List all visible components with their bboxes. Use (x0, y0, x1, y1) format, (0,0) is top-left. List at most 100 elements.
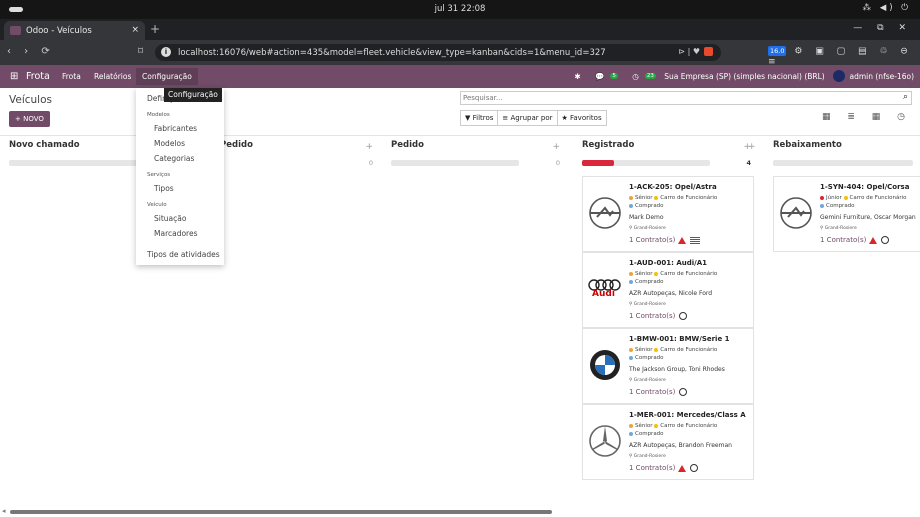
menu-configuracao[interactable]: Configuração (136, 68, 198, 85)
odoo-favicon-icon (10, 26, 21, 35)
tag-type: Carro de Funcionário (660, 347, 718, 353)
activity-flag-icon[interactable] (690, 236, 701, 244)
vehicle-tags: Sênior Carro de Funcionário Comprado (629, 422, 717, 438)
user-avatar[interactable] (833, 70, 846, 82)
chat-badge: 5 (610, 73, 618, 80)
favorites-button[interactable]: ★ Favoritos (558, 111, 606, 125)
kanban-card[interactable]: Audi 1-AUD-001: Audi/A1 Sênior Carro de … (582, 252, 754, 328)
window-controls[interactable]: — ⧉ ✕ (853, 23, 912, 33)
tag-dot (629, 195, 633, 200)
search-bar[interactable]: ⌕ (460, 91, 912, 105)
extension-icons[interactable]: 16.0 ⚙ ▣ ▢ ▤ ♲ ⊖ ≡ (768, 46, 920, 67)
activity-clock-icon[interactable] (690, 464, 699, 472)
column-progress-fill[interactable] (582, 160, 614, 166)
company-switcher[interactable]: Sua Empresa (SP) (simples nacional) (BRL… (664, 72, 825, 81)
column-add-icon[interactable]: + (748, 142, 756, 152)
kanban-column-rebaixamento: Rebaixamento + (748, 140, 920, 166)
column-title[interactable]: Rebaixamento (773, 140, 920, 150)
odoo-debug-extension-icon[interactable]: 16.0 (768, 46, 787, 56)
app-brand[interactable]: Frota (26, 71, 50, 82)
contracts-link[interactable]: 1 Contrato(s) (629, 388, 688, 396)
toolbar-icons[interactable]: ⚙ ▣ ▢ ▤ ♲ ⊖ ≡ (768, 47, 913, 67)
tag-dot (629, 271, 633, 276)
contracts-label[interactable]: 1 Contrato(s) (629, 464, 675, 472)
os-clock[interactable]: jul 31 22:08 (0, 4, 920, 14)
menu-item-situacao[interactable]: Situação (154, 214, 186, 223)
column-title[interactable]: Registrado (582, 140, 763, 150)
column-title[interactable]: Pedido (220, 140, 401, 150)
warning-icon (678, 464, 687, 472)
horizontal-scrollbar[interactable] (10, 510, 552, 514)
contracts-label[interactable]: 1 Contrato(s) (629, 312, 675, 320)
site-info-icon[interactable]: i (161, 47, 171, 57)
column-title[interactable]: Pedido (391, 140, 572, 150)
contracts-link[interactable]: 1 Contrato(s) (629, 312, 688, 320)
bmw-logo-icon (590, 350, 620, 380)
column-add-icon[interactable]: + (552, 142, 560, 152)
address-bar[interactable]: i localhost:16076/web#action=435&model=f… (155, 44, 721, 61)
mercedes-logo-icon (589, 425, 621, 457)
menu-item-tipos[interactable]: Tipos (154, 184, 174, 193)
vehicle-location: ⚲ Grand-Rosiere (629, 226, 666, 231)
scroll-left-arrow-icon[interactable]: ◂ (2, 507, 6, 515)
vehicle-name: 1-ACK-205: Opel/Astra (629, 183, 717, 191)
debug-bug-icon[interactable]: ✱ (574, 72, 580, 81)
url-text[interactable]: localhost:16076/web#action=435&model=fle… (178, 48, 606, 58)
configuracao-dropdown: Definições Modelos Fabricantes Modelos C… (136, 88, 224, 265)
kanban-card[interactable]: 1-MER-001: Mercedes/Class A Sênior Carro… (582, 404, 754, 480)
tag-level: Júnior (826, 195, 842, 201)
system-tray-icons[interactable]: ⁂ ◀) ⏻ (863, 3, 911, 13)
contracts-label[interactable]: 1 Contrato(s) (629, 388, 675, 396)
filters-button[interactable]: ▼ Filtros (461, 111, 499, 125)
new-button[interactable]: + NOVO (9, 111, 50, 127)
kanban-card[interactable]: 1-BMW-001: BMW/Serie 1 Sênior Carro de F… (582, 328, 754, 404)
menu-item-modelos[interactable]: Modelos (154, 139, 185, 148)
activity-glyph: ◷ (632, 71, 639, 81)
groupby-button[interactable]: ≡ Agrupar por (498, 111, 558, 125)
user-menu[interactable]: admin (nfse-16o) (850, 72, 915, 81)
menu-item-tipos-atividades[interactable]: Tipos de atividades (147, 250, 220, 259)
menu-relatorios[interactable]: Relatórios (94, 72, 131, 81)
contracts-link[interactable]: 1 Contrato(s) (629, 464, 699, 472)
tab-title: Odoo - Veículos (26, 26, 92, 36)
apps-menu-icon[interactable]: ⊞ (10, 71, 18, 82)
kanban-column-pedido: Pedido + 0 (220, 140, 401, 167)
tag-type: Carro de Funcionário (660, 195, 718, 201)
nav-buttons[interactable]: ‹ › ⟳ (7, 46, 55, 57)
kanban-card[interactable]: 1-ACK-205: Opel/Astra Sênior Carro de Fu… (582, 176, 754, 252)
audi-wordmark: Audi (592, 289, 615, 299)
view-switcher[interactable]: ▦ ≣ ▦ ◷ (822, 112, 912, 122)
menu-item-categorias[interactable]: Categorias (154, 154, 194, 163)
contracts-label[interactable]: 1 Contrato(s) (820, 236, 866, 244)
column-add-icon[interactable]: + (365, 142, 373, 152)
brave-rewards-icon[interactable] (704, 47, 713, 56)
activity-clock-icon[interactable] (679, 312, 688, 320)
breadcrumb-title: Veículos (9, 94, 52, 106)
new-tab-button[interactable]: + (150, 22, 160, 36)
menu-item-marcadores[interactable]: Marcadores (154, 229, 198, 238)
menu-frota[interactable]: Frota (62, 72, 81, 81)
activity-icon[interactable]: ◷ 23 (626, 71, 656, 81)
navbar-systray: ✱ 💬 5 ◷ 23 Sua Empresa (SP) (simples nacio… (568, 70, 914, 82)
contracts-label[interactable]: 1 Contrato(s) (629, 236, 675, 244)
tag-status: Comprado (635, 279, 664, 285)
address-bar-actions[interactable]: ⊳ | ♥ (678, 47, 713, 56)
vehicle-location: ⚲ Grand-Rosiere (629, 454, 666, 459)
tab-close-icon[interactable]: × (131, 25, 139, 35)
chat-icon[interactable]: 💬 5 (589, 71, 618, 81)
search-icon[interactable]: ⌕ (903, 92, 908, 102)
vehicle-driver: Gemini Furniture, Oscar Morgan (820, 214, 916, 221)
share-icons[interactable]: ⊳ | ♥ (678, 47, 700, 56)
menu-item-fabricantes[interactable]: Fabricantes (154, 124, 197, 133)
browser-tab[interactable]: Odoo - Veículos × (4, 21, 145, 40)
activity-clock-icon[interactable] (881, 236, 890, 244)
search-input[interactable] (463, 93, 883, 103)
contracts-link[interactable]: 1 Contrato(s) (820, 236, 890, 244)
bookmark-icon[interactable]: ⌑ (138, 46, 143, 57)
opel-logo-icon (589, 197, 621, 229)
kanban-card[interactable]: 1-SYN-404: Opel/Corsa Júnior Carro de Fu… (773, 176, 920, 252)
os-top-bar: jul 31 22:08 ⁂ ◀) ⏻ (0, 0, 920, 19)
activity-clock-icon[interactable] (679, 388, 688, 396)
contracts-link[interactable]: 1 Contrato(s) (629, 236, 701, 244)
tag-status: Comprado (635, 431, 664, 437)
